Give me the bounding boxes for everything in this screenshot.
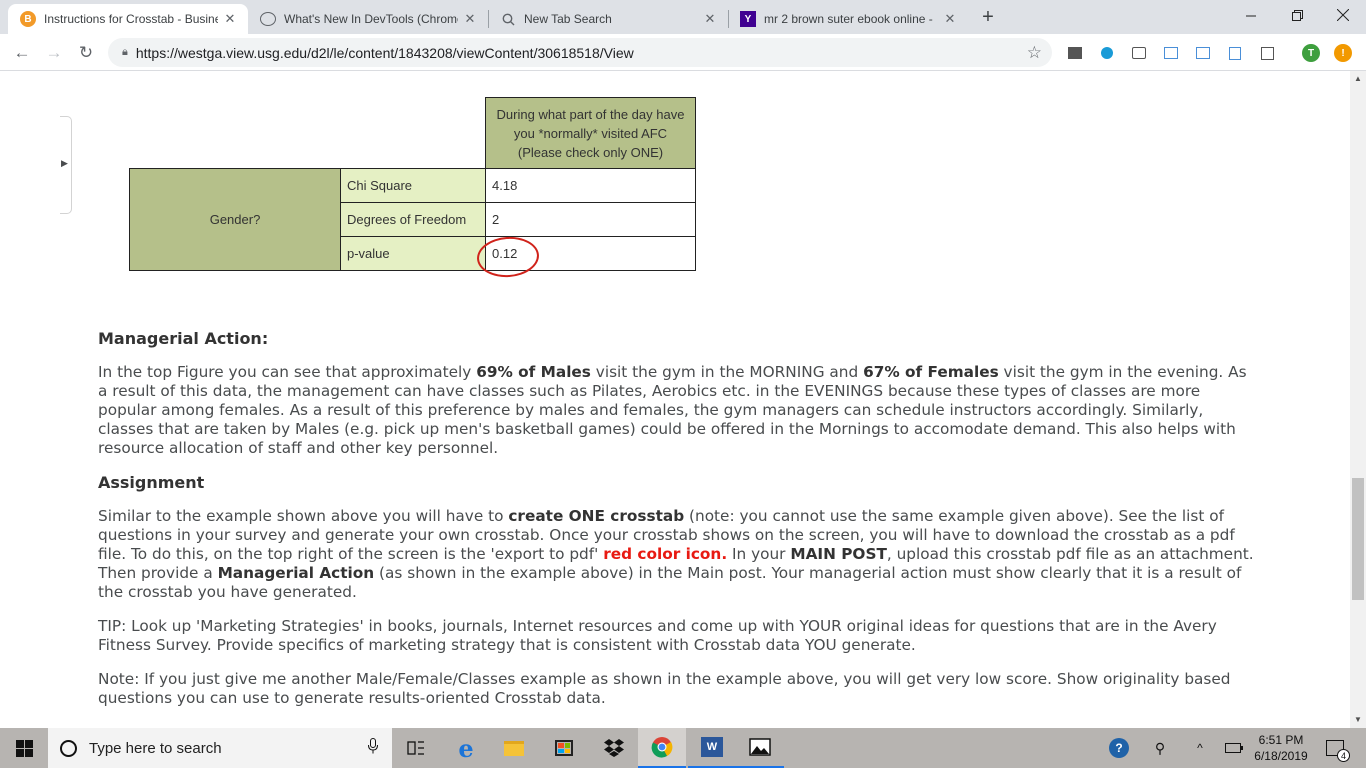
managerial-action-paragraph: In the top Figure you can see that appro… xyxy=(98,363,1258,458)
stat-value-chi-square: 4.18 xyxy=(485,168,696,203)
tab-crosstab-instructions[interactable]: B Instructions for Crosstab - Busine ✕ xyxy=(8,4,248,34)
extension-icon[interactable] xyxy=(1098,44,1116,62)
tab-title: What's New In DevTools (Chrome xyxy=(284,12,458,26)
bold-text: 69% of Males xyxy=(476,363,591,381)
task-view-icon[interactable] xyxy=(392,728,440,768)
battery-icon[interactable] xyxy=(1222,728,1246,768)
close-tab-icon[interactable]: ✕ xyxy=(222,11,238,27)
forward-icon[interactable]: → xyxy=(42,41,66,65)
text: In the top Figure you can see that appro… xyxy=(98,363,477,381)
tab-new-tab-search[interactable]: New Tab Search ✕ xyxy=(488,4,728,34)
taskbar-search-box[interactable]: Type here to search xyxy=(48,728,392,768)
cortana-icon xyxy=(60,739,77,757)
instructions-text: Managerial Action: In the top Figure you… xyxy=(98,329,1258,723)
tab-strip: B Instructions for Crosstab - Busine ✕ W… xyxy=(0,0,1366,34)
tab-title: mr 2 brown suter ebook online - xyxy=(764,12,933,26)
scroll-up-icon[interactable]: ▲ xyxy=(1350,71,1366,87)
lock-icon: 🔒︎ xyxy=(122,46,128,58)
column-header: During what part of the day have you *no… xyxy=(485,97,696,169)
side-panel-toggle[interactable]: ▶ xyxy=(60,116,72,214)
text: In your xyxy=(727,545,791,563)
note-paragraph: Note: If you just give me another Male/F… xyxy=(98,670,1231,707)
new-tab-button[interactable]: + xyxy=(976,6,1000,30)
search-icon xyxy=(500,11,516,27)
assignment-heading: Assignment xyxy=(98,473,205,492)
profile-avatar[interactable]: T xyxy=(1302,44,1320,62)
word-icon[interactable]: W xyxy=(688,728,736,768)
search-placeholder: Type here to search xyxy=(89,739,222,757)
tab-title: Instructions for Crosstab - Busine xyxy=(44,12,218,26)
url-text: https://westga.view.usg.edu/d2l/le/conte… xyxy=(135,44,634,61)
bold-text: Managerial Action xyxy=(217,564,375,582)
clock-date: 6/18/2019 xyxy=(1254,749,1308,763)
scroll-down-icon[interactable]: ▼ xyxy=(1350,712,1366,728)
expand-arrow-icon: ▶ xyxy=(61,158,68,168)
clock-time: 6:51 PM xyxy=(1258,733,1304,747)
help-icon[interactable]: ? xyxy=(1104,728,1134,768)
extension-icon[interactable] xyxy=(1226,44,1244,62)
bold-text: 67% of Females xyxy=(863,363,999,381)
system-clock[interactable]: 6:51 PM 6/18/2019 xyxy=(1248,728,1314,768)
close-tab-icon[interactable]: ✕ xyxy=(462,11,478,27)
photos-icon[interactable] xyxy=(736,728,784,768)
yahoo-icon: Y xyxy=(740,11,756,27)
extension-icon[interactable] xyxy=(1194,44,1212,62)
stat-label-chi-square: Chi Square xyxy=(340,168,486,203)
tab-devtools[interactable]: What's New In DevTools (Chrome ✕ xyxy=(248,4,488,34)
dropbox-icon[interactable] xyxy=(590,728,638,768)
bold-text: MAIN POST xyxy=(790,545,887,563)
minimize-icon[interactable] xyxy=(1228,0,1274,30)
notification-center-icon[interactable]: 4 xyxy=(1320,728,1350,768)
browser-window: B Instructions for Crosstab - Busine ✕ W… xyxy=(0,0,1366,768)
extension-icon[interactable] xyxy=(1130,44,1148,62)
windows-taskbar: Type here to search e W ? ⚲ ^ 6:51 PM 6/… xyxy=(0,728,1366,768)
scrollbar-thumb[interactable] xyxy=(1352,478,1364,600)
bold-text: create ONE crosstab xyxy=(508,507,685,525)
extension-icon[interactable] xyxy=(1258,44,1276,62)
store-icon[interactable] xyxy=(540,728,588,768)
address-bar[interactable]: 🔒︎ https://westga.view.usg.edu/d2l/le/co… xyxy=(108,38,1052,67)
extension-icon[interactable] xyxy=(1162,44,1180,62)
file-explorer-icon[interactable] xyxy=(490,728,538,768)
page-scrollbar[interactable]: ▲ ▼ xyxy=(1350,71,1366,728)
reload-icon[interactable]: ↻ xyxy=(74,41,98,65)
restore-icon[interactable] xyxy=(1274,0,1320,30)
table-spacer xyxy=(130,98,341,169)
edge-icon[interactable]: e xyxy=(442,728,490,768)
text: Similar to the example shown above you w… xyxy=(98,507,509,525)
globe-icon xyxy=(260,12,276,26)
back-icon[interactable]: ← xyxy=(10,41,34,65)
windows-start-icon[interactable] xyxy=(0,728,48,768)
extension-icon[interactable] xyxy=(1066,44,1084,62)
chrome-update-icon[interactable]: ! xyxy=(1334,44,1352,62)
show-hidden-icons[interactable]: ^ xyxy=(1188,728,1212,768)
red-text: red color icon. xyxy=(603,545,728,563)
page-content: ▶ During what part of the day have you *… xyxy=(0,71,1350,728)
microphone-icon[interactable] xyxy=(368,738,378,758)
close-window-icon[interactable] xyxy=(1320,0,1366,30)
close-tab-icon[interactable]: ✕ xyxy=(702,11,718,27)
tab-yahoo-search[interactable]: Y mr 2 brown suter ebook online - ✕ xyxy=(728,4,968,34)
chrome-taskbar-icon[interactable] xyxy=(638,728,686,768)
brightspace-icon: B xyxy=(20,11,36,27)
stat-value-df: 2 xyxy=(485,202,696,237)
table-spacer xyxy=(341,98,486,169)
row-header: Gender? xyxy=(129,168,341,271)
assignment-paragraph: Similar to the example shown above you w… xyxy=(98,507,1258,602)
crosstab-table: During what part of the day have you *no… xyxy=(129,97,696,271)
text: visit the gym in the MORNING and xyxy=(590,363,864,381)
stat-label-p-value: p-value xyxy=(340,236,486,271)
tab-title: New Tab Search xyxy=(524,12,612,26)
managerial-action-heading: Managerial Action: xyxy=(98,329,269,348)
people-icon[interactable]: ⚲ xyxy=(1146,728,1174,768)
bookmark-star-icon[interactable]: ☆ xyxy=(1027,43,1042,63)
stat-label-df: Degrees of Freedom xyxy=(340,202,486,237)
close-tab-icon[interactable]: ✕ xyxy=(942,11,958,27)
notification-count: 4 xyxy=(1337,749,1350,762)
tip-paragraph: TIP: Look up 'Marketing Strategies' in b… xyxy=(98,617,1217,654)
